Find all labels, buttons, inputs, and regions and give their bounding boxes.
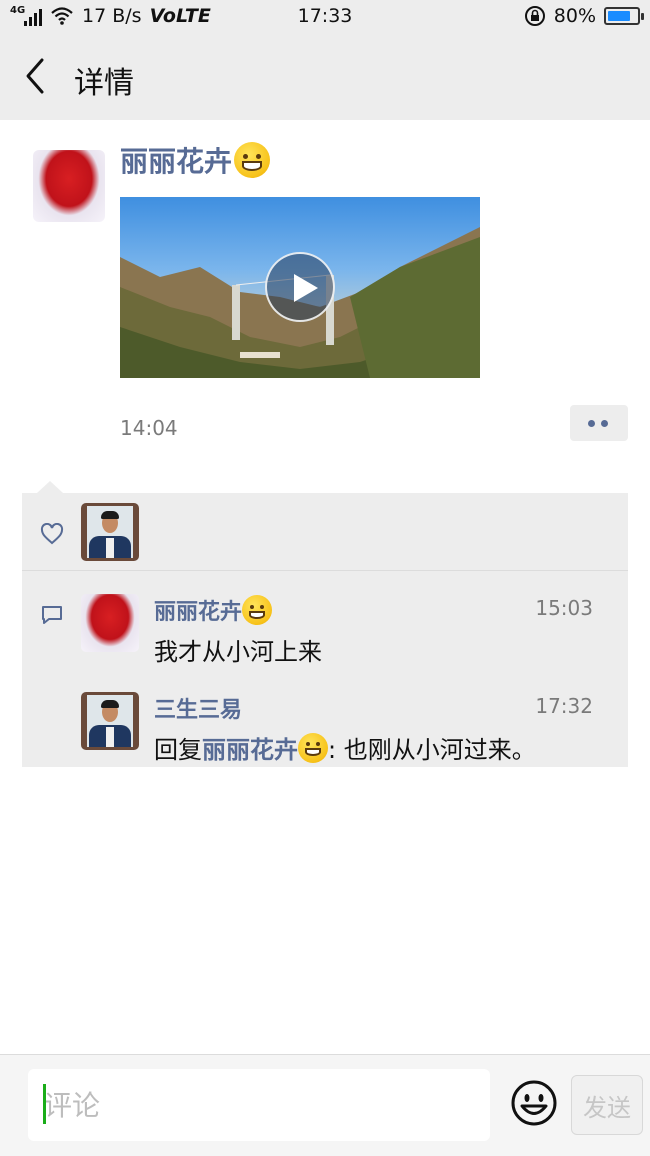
comment-input-bar: 发送 bbox=[0, 1054, 650, 1156]
comment-text: 我才从小河上来 bbox=[154, 638, 322, 666]
grinning-emoji-icon bbox=[234, 142, 271, 178]
comment-time: 15:03 bbox=[535, 596, 593, 620]
text-cursor bbox=[43, 1084, 46, 1124]
status-bar: 4G 17 B/s VoLTE 17:33 80% bbox=[0, 0, 650, 34]
author-name[interactable]: 丽丽花卉 bbox=[120, 140, 232, 180]
author-avatar[interactable] bbox=[33, 150, 105, 222]
more-options-button[interactable] bbox=[570, 405, 628, 441]
comment-icon bbox=[42, 606, 62, 624]
commenter-avatar[interactable] bbox=[81, 692, 139, 750]
comment-text: 回复 丽丽花卉 : 也刚从小河过来。 bbox=[154, 730, 536, 765]
grinning-emoji-icon bbox=[242, 595, 273, 625]
likes-row bbox=[22, 493, 628, 571]
reply-prefix: 回复 bbox=[154, 736, 202, 764]
comment-item[interactable]: 三生三易 17:32 回复 丽丽花卉 : 也刚从小河过来。 bbox=[81, 692, 611, 765]
reply-text: : 也刚从小河过来。 bbox=[328, 736, 536, 764]
nav-bar: 详情 bbox=[0, 34, 650, 120]
grinning-emoji-icon bbox=[298, 732, 328, 763]
author-name-row[interactable]: 丽丽花卉 bbox=[120, 140, 271, 180]
back-button[interactable] bbox=[18, 56, 58, 96]
rotation-lock-icon bbox=[524, 6, 545, 26]
post-time: 14:04 bbox=[120, 416, 178, 440]
heart-icon bbox=[40, 523, 64, 545]
commenter-name-row[interactable]: 丽丽花卉 bbox=[154, 594, 273, 626]
commenter-name[interactable]: 三生三易 bbox=[154, 692, 242, 724]
battery-percent: 80% bbox=[553, 5, 596, 27]
page-title: 详情 bbox=[74, 66, 134, 101]
comments-section: 丽丽花卉 15:03 我才从小河上来 三生三易 17:32 回复 丽丽花卉 : … bbox=[22, 571, 628, 767]
emoji-button-icon[interactable] bbox=[510, 1079, 558, 1127]
panel-pointer bbox=[37, 481, 63, 493]
comment-item[interactable]: 丽丽花卉 15:03 我才从小河上来 bbox=[81, 594, 611, 666]
video-thumbnail[interactable] bbox=[120, 197, 480, 378]
liker-avatar[interactable] bbox=[81, 503, 139, 561]
reply-to-name[interactable]: 丽丽花卉 bbox=[202, 730, 298, 765]
comment-input[interactable] bbox=[28, 1069, 490, 1141]
commenter-avatar[interactable] bbox=[81, 594, 139, 652]
chevron-left-icon bbox=[26, 58, 44, 94]
reply-mention[interactable]: 丽丽花卉 bbox=[202, 730, 328, 765]
battery-level bbox=[608, 11, 630, 21]
send-button[interactable]: 发送 bbox=[571, 1075, 643, 1135]
play-icon[interactable] bbox=[265, 252, 335, 322]
battery-icon bbox=[604, 7, 644, 25]
interaction-panel: 丽丽花卉 15:03 我才从小河上来 三生三易 17:32 回复 丽丽花卉 : … bbox=[22, 481, 628, 767]
status-right: 80% bbox=[524, 5, 644, 27]
commenter-name[interactable]: 丽丽花卉 bbox=[154, 594, 242, 626]
commenter-name-row[interactable]: 三生三易 bbox=[154, 692, 242, 724]
comment-time: 17:32 bbox=[535, 694, 593, 718]
